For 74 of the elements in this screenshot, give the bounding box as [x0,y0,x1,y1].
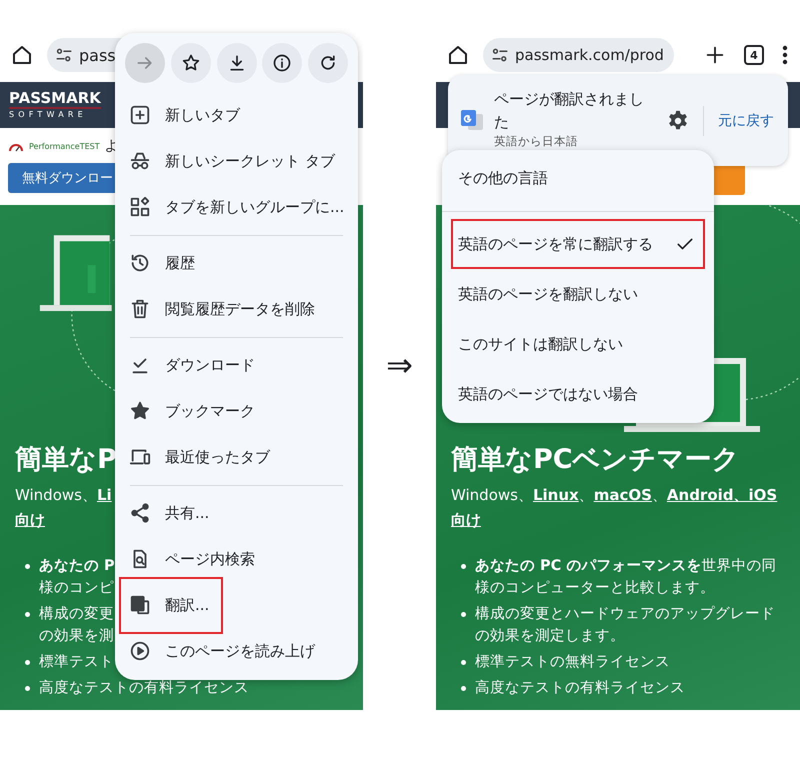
reload-button[interactable] [308,43,348,83]
home-icon [446,43,470,67]
menu-item[interactable]: 英語のページを常に翻訳する [451,219,705,269]
url-text: pass [79,46,116,64]
logo-subtext: SOFTWARE [9,111,88,119]
bullet-icon [461,564,466,569]
incognito-icon [129,150,151,172]
menu-item[interactable]: 閲覧履歴データを削除 [115,286,358,332]
bullet-text: 構成の変更とハードウェアのアップグレード の効果を測定します。 [475,604,775,646]
tab-group-icon [129,196,151,218]
play-circle-icon [129,640,151,662]
new-tab-icon [129,104,151,126]
platforms-text: Windows、Linux、macOS、Android、iOS 向け [451,485,778,531]
menu-item[interactable]: ダウンロード [115,342,358,388]
menu-item[interactable]: 英語のページではない場合 [451,369,705,419]
platform-link[interactable]: Android、iOS [666,486,778,504]
star-icon [180,53,201,73]
tab-count[interactable]: 4 [744,45,764,65]
download-button[interactable] [216,43,256,83]
platform-link[interactable]: 向け [15,511,45,529]
plus-icon [704,44,726,66]
bullet-icon [25,660,30,665]
bullet-icon [25,686,30,691]
bullet-text: あなたの PC のパフォーマンスを世界中の同 様のコンピューターと比較します。 [475,557,776,598]
translate-title: ページが翻訳されました [494,89,645,133]
menu-item[interactable]: その他の言語 [451,153,705,203]
home-icon [10,43,34,67]
bullet-icon [25,564,30,569]
site-settings-icon [491,46,509,64]
bullet-text: 標準テスト [39,653,114,672]
product-name: PerformanceTEST [29,142,100,150]
bullet-icon [25,612,30,617]
arrow-text: ⇒ [386,345,413,385]
platform-link[interactable]: Li [96,486,112,504]
bullet-icon [461,686,466,691]
platform-link[interactable]: 向け [451,511,481,529]
bullet-text: あなたの P 様のコンピ [39,557,115,598]
menu-item[interactable]: 英語のページを翻訳しない [451,269,705,319]
more-icon[interactable] [782,45,788,65]
hero-title: 簡単なPCベンチマーク [451,443,740,477]
menu-item[interactable]: タブを新しいグループに... [115,184,358,230]
translate-icon [460,108,484,132]
menu-item[interactable]: このサイトは翻訳しない [451,319,705,369]
star-button[interactable] [170,43,211,83]
bullet-text: 標準テストの無料ライセンス [475,653,670,672]
bullet-icon [461,612,466,617]
star-icon [129,400,151,422]
url-text: passmark.com/prod [515,46,664,64]
translate-icon [129,594,151,616]
history-icon [129,252,151,274]
menu-item[interactable]: 最近使ったタブ [115,434,358,480]
translate-languages: 英語から日本語 [494,134,579,148]
menu-item[interactable]: 翻訳... [119,576,224,634]
bullet-text: 構成の変更 の効果を測 [39,604,114,646]
bullet-text: 高度なテストの有料ライセンス [39,678,249,698]
platform-link[interactable]: macOS [594,486,652,504]
hero-title: 簡単なP [15,443,117,477]
menu-item[interactable]: 新しいタブ [115,92,358,138]
logo-text: PASSMARK [9,91,101,109]
menu-item[interactable]: 共有... [115,490,358,536]
platform-link[interactable]: Linux [532,486,579,504]
bullet-icon [461,660,466,665]
info-icon [272,53,292,73]
platforms-text: Windows、Li 向け [15,485,112,531]
menu-item[interactable]: ブックマーク [115,388,358,434]
address-bar[interactable]: passmark.com/prod [483,38,674,72]
bullet-text: 高度なテストの有料ライセンス [475,678,685,698]
settings-icon[interactable] [667,110,689,132]
menu-item[interactable]: 履歴 [115,240,358,286]
revert-link[interactable]: 元に戻す [718,112,774,130]
site-settings-icon [55,46,73,64]
info-button[interactable] [262,43,302,83]
share-icon [129,502,151,524]
trash-icon [129,298,151,320]
